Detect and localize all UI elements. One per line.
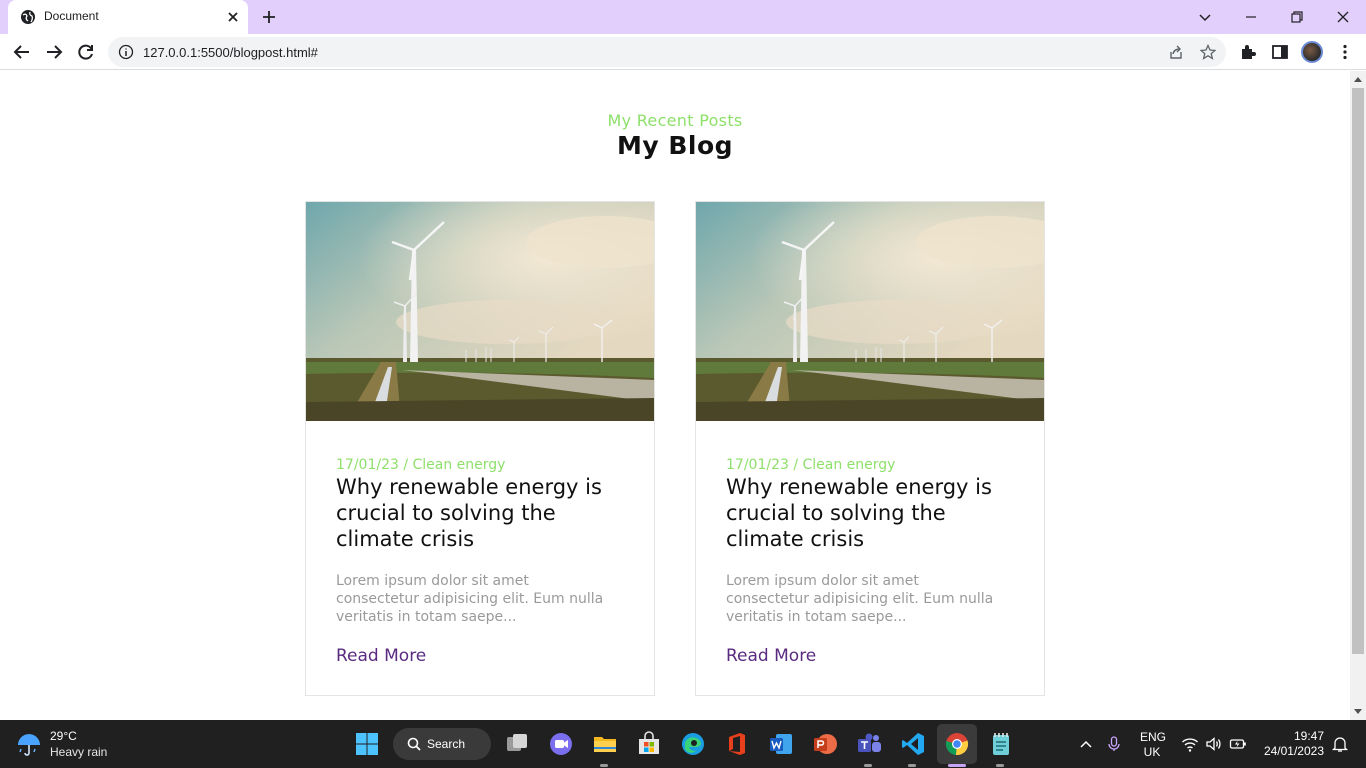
minimize-icon[interactable] <box>1240 6 1262 28</box>
page-subtitle: My Recent Posts <box>607 111 743 130</box>
search-label: Search <box>427 737 466 751</box>
share-icon[interactable] <box>1168 44 1184 60</box>
bookmark-star-icon[interactable] <box>1200 44 1216 60</box>
search-icon <box>407 737 421 751</box>
more-menu-icon[interactable] <box>1336 43 1354 61</box>
clock-time: 19:47 <box>1293 729 1324 743</box>
back-arrow-icon[interactable] <box>12 42 32 62</box>
vscode-icon[interactable] <box>899 730 927 758</box>
tab-strip: Document <box>0 0 1366 34</box>
running-indicator <box>908 764 916 767</box>
volume-icon[interactable] <box>1205 735 1223 753</box>
battery-charging-icon[interactable] <box>1229 735 1247 753</box>
microphone-icon[interactable] <box>1105 735 1123 753</box>
page-scrollbar[interactable] <box>1350 71 1366 720</box>
profile-avatar[interactable] <box>1301 41 1323 63</box>
rain-umbrella-icon[interactable] <box>16 732 42 758</box>
wifi-icon[interactable] <box>1181 735 1199 753</box>
show-hidden-icons-chevron-icon[interactable] <box>1077 735 1095 753</box>
windows-start-icon[interactable] <box>353 730 381 758</box>
teams-icon[interactable] <box>855 730 883 758</box>
clock-date: 24/01/2023 <box>1263 744 1324 758</box>
reload-icon[interactable] <box>76 42 96 62</box>
post-image-wind-turbines <box>306 202 654 421</box>
notepad-icon[interactable] <box>987 730 1015 758</box>
browser-tab[interactable]: Document <box>8 0 248 34</box>
browser-toolbar: 127.0.0.1:5500/blogpost.html# <box>0 34 1366 70</box>
weather-temperature[interactable]: 29°C <box>50 729 77 743</box>
microsoft-store-icon[interactable] <box>635 730 663 758</box>
close-window-icon[interactable] <box>1332 6 1354 28</box>
blog-post-card: 17/01/23 / Clean energy Why renewable en… <box>695 201 1045 696</box>
url-text[interactable]: 127.0.0.1:5500/blogpost.html# <box>143 45 318 60</box>
close-tab-icon[interactable] <box>224 8 242 26</box>
running-indicator <box>996 764 1004 767</box>
post-meta: 17/01/23 / Clean energy <box>336 457 506 473</box>
chrome-icon[interactable] <box>943 730 971 758</box>
site-info-icon[interactable] <box>118 44 134 60</box>
scroll-down-arrow-icon[interactable] <box>1354 707 1362 715</box>
active-indicator <box>948 764 966 767</box>
running-indicator <box>864 764 872 767</box>
post-excerpt: Lorem ipsum dolor sit amet consectetur a… <box>336 573 604 625</box>
input-language[interactable]: ENG UK <box>1140 730 1167 760</box>
post-meta: 17/01/23 / Clean energy <box>726 457 896 473</box>
tab-search-chevron-icon[interactable] <box>1194 6 1216 28</box>
system-clock[interactable]: 19:47 24/01/2023 <box>1256 729 1324 759</box>
lang-code: ENG <box>1140 730 1167 744</box>
post-title: Why renewable energy is crucial to solvi… <box>726 475 992 551</box>
task-view-icon[interactable] <box>503 730 531 758</box>
file-explorer-icon[interactable] <box>591 730 619 758</box>
page-title: My Blog <box>616 131 734 160</box>
restore-icon[interactable] <box>1286 6 1308 28</box>
blog-post-card: 17/01/23 / Clean energy Why renewable en… <box>305 201 655 696</box>
scrollbar-thumb[interactable] <box>1352 88 1364 654</box>
post-excerpt: Lorem ipsum dolor sit amet consectetur a… <box>726 573 994 625</box>
page-viewport: My Recent Posts My Blog 17/01/23 / Clean… <box>0 71 1350 720</box>
weather-description[interactable]: Heavy rain <box>50 745 107 759</box>
new-tab-icon[interactable] <box>260 8 278 26</box>
read-more-link[interactable]: Read More <box>336 646 426 666</box>
scroll-up-arrow-icon[interactable] <box>1354 76 1362 84</box>
forward-arrow-icon[interactable] <box>44 42 64 62</box>
taskbar-search[interactable]: Search <box>393 728 491 760</box>
post-title: Why renewable energy is crucial to solvi… <box>336 475 602 551</box>
word-icon[interactable] <box>767 730 795 758</box>
running-indicator <box>600 764 608 767</box>
powerpoint-icon[interactable] <box>811 730 839 758</box>
chat-camera-icon[interactable] <box>547 730 575 758</box>
lang-region: UK <box>1143 745 1161 759</box>
address-bar[interactable]: 127.0.0.1:5500/blogpost.html# <box>108 37 1226 67</box>
read-more-link[interactable]: Read More <box>726 646 816 666</box>
side-panel-icon[interactable] <box>1271 43 1289 61</box>
tab-title: Document <box>44 9 99 23</box>
post-image-wind-turbines <box>696 202 1044 421</box>
office-icon[interactable] <box>723 730 751 758</box>
extensions-puzzle-icon[interactable] <box>1239 43 1257 61</box>
taskbar: 29°C Heavy rain Search ENG UK 19:47 24/0… <box>0 720 1366 768</box>
edge-browser-icon[interactable] <box>679 730 707 758</box>
globe-icon <box>21 10 35 24</box>
notification-bell-icon[interactable] <box>1331 735 1349 753</box>
